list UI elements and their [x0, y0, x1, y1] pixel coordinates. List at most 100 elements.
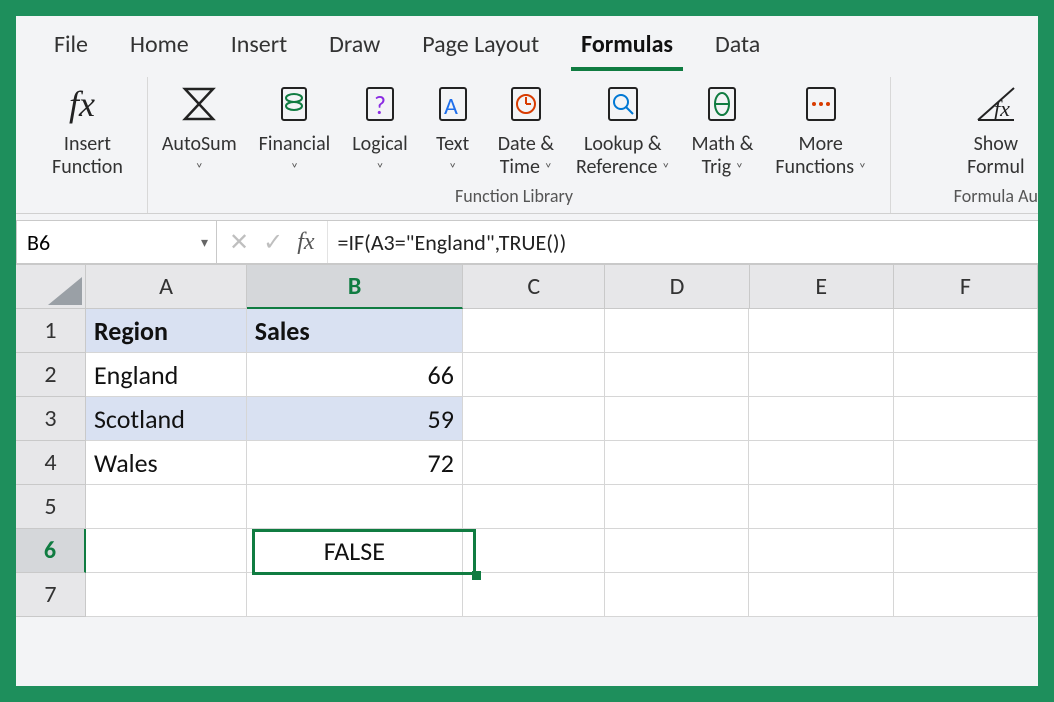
row-header-4[interactable]: 4	[16, 441, 86, 485]
cell-F1[interactable]	[894, 309, 1038, 353]
cell-F7[interactable]	[894, 573, 1038, 617]
cell-C2[interactable]	[463, 353, 605, 397]
col-header-B[interactable]: B	[247, 265, 463, 309]
lookup-reference-button[interactable]: Lookup & Reference ˅	[570, 79, 675, 179]
cell-B7[interactable]	[247, 573, 463, 617]
cell-A4[interactable]: Wales	[86, 441, 247, 485]
cell-A3[interactable]: Scotland	[86, 397, 247, 441]
col-header-C[interactable]: C	[463, 265, 605, 309]
cell-A6[interactable]	[86, 529, 247, 573]
more-functions-button[interactable]: More Functions ˅	[769, 79, 872, 179]
logical-icon: ?	[357, 81, 403, 127]
col-header-F[interactable]: F	[894, 265, 1038, 309]
row-header-2[interactable]: 2	[16, 353, 86, 397]
formula-auditing-group-label: Formula Au	[954, 183, 1038, 211]
cell-A1[interactable]: Region	[86, 309, 247, 353]
cell-E3[interactable]	[749, 397, 893, 441]
text-button[interactable]: A Text˅	[424, 79, 482, 179]
ribbon: fx Insert Function AutoSum˅	[16, 77, 1038, 214]
financial-button[interactable]: Financial˅	[253, 79, 337, 179]
cell-F2[interactable]	[894, 353, 1038, 397]
show-formulas-button[interactable]: fx Show Formul	[961, 79, 1031, 179]
cell-E7[interactable]	[749, 573, 893, 617]
logical-button[interactable]: ? Logical˅	[346, 79, 413, 179]
select-all-corner[interactable]	[16, 265, 86, 309]
cancel-icon[interactable]: ✕	[229, 228, 249, 257]
name-box[interactable]: B6 ▾	[17, 221, 217, 263]
tab-formulas[interactable]: Formulas	[571, 26, 683, 71]
cell-D1[interactable]	[605, 309, 749, 353]
theta-icon	[699, 81, 745, 127]
svg-text:A: A	[444, 92, 458, 121]
row-header-6[interactable]: 6	[16, 529, 86, 573]
lookup-icon	[600, 81, 646, 127]
math-trig-label: Math & Trig ˅	[691, 133, 753, 179]
tab-file[interactable]: File	[44, 26, 98, 71]
cell-C1[interactable]	[463, 309, 605, 353]
cell-B3[interactable]: 59	[247, 397, 463, 441]
cell-F5[interactable]	[894, 485, 1038, 529]
lookup-label: Lookup & Reference ˅	[576, 133, 669, 179]
svg-text:?: ?	[374, 89, 386, 121]
formula-input[interactable]: =IF(A3="England",TRUE())	[328, 221, 1038, 263]
financial-icon	[271, 81, 317, 127]
cell-B5[interactable]	[247, 485, 463, 529]
row-header-3[interactable]: 3	[16, 397, 86, 441]
cell-C4[interactable]	[463, 441, 605, 485]
math-trig-button[interactable]: Math & Trig ˅	[685, 79, 759, 179]
text-label: Text˅	[436, 133, 469, 179]
cell-E1[interactable]	[749, 309, 893, 353]
cell-D5[interactable]	[605, 485, 749, 529]
cell-E6[interactable]	[749, 529, 893, 573]
col-header-A[interactable]: A	[86, 265, 247, 309]
cell-B1[interactable]: Sales	[247, 309, 463, 353]
date-time-button[interactable]: Date & Time ˅	[492, 79, 560, 179]
spreadsheet-grid[interactable]: A B C D E F 1 Region Sales 2 England 66 …	[16, 264, 1038, 617]
row-header-1[interactable]: 1	[16, 309, 86, 353]
date-time-label: Date & Time ˅	[498, 133, 554, 179]
show-formulas-label: Show Formul	[967, 133, 1025, 179]
fill-handle[interactable]	[472, 571, 481, 580]
ribbon-tabs: File Home Insert Draw Page Layout Formul…	[16, 16, 1038, 77]
cell-A5[interactable]	[86, 485, 247, 529]
tab-page-layout[interactable]: Page Layout	[412, 26, 549, 71]
cell-D2[interactable]	[605, 353, 749, 397]
formula-bar: B6 ▾ ✕ ✓ fx =IF(A3="England",TRUE())	[16, 220, 1038, 264]
cell-B6[interactable]: FALSE	[247, 529, 463, 573]
cell-D4[interactable]	[605, 441, 749, 485]
cell-F6[interactable]	[894, 529, 1038, 573]
col-header-E[interactable]: E	[750, 265, 894, 309]
more-icon	[798, 81, 844, 127]
cell-D7[interactable]	[605, 573, 749, 617]
col-header-D[interactable]: D	[605, 265, 749, 309]
column-headers: A B C D E F	[16, 265, 1038, 309]
cell-B4[interactable]: 72	[247, 441, 463, 485]
tab-data[interactable]: Data	[705, 26, 770, 71]
tab-home[interactable]: Home	[120, 26, 199, 71]
cell-E5[interactable]	[749, 485, 893, 529]
insert-function-button[interactable]: fx Insert Function	[46, 79, 129, 179]
cell-A7[interactable]	[86, 573, 247, 617]
cell-C5[interactable]	[463, 485, 605, 529]
cell-C6[interactable]	[463, 529, 605, 573]
enter-icon[interactable]: ✓	[263, 228, 283, 257]
cell-D3[interactable]	[605, 397, 749, 441]
row-header-7[interactable]: 7	[16, 573, 86, 617]
more-functions-label: More Functions ˅	[775, 133, 866, 179]
cell-B2[interactable]: 66	[247, 353, 463, 397]
cell-F3[interactable]	[894, 397, 1038, 441]
cell-C3[interactable]	[463, 397, 605, 441]
tab-draw[interactable]: Draw	[319, 26, 390, 71]
cell-A2[interactable]: England	[86, 353, 247, 397]
row-header-5[interactable]: 5	[16, 485, 86, 529]
cell-E4[interactable]	[749, 441, 893, 485]
autosum-button[interactable]: AutoSum˅	[156, 79, 243, 179]
fx-icon[interactable]: fx	[297, 229, 314, 256]
tab-insert[interactable]: Insert	[221, 26, 297, 71]
cell-F4[interactable]	[894, 441, 1038, 485]
cell-C7[interactable]	[463, 573, 605, 617]
cell-E2[interactable]	[749, 353, 893, 397]
text-icon: A	[430, 81, 476, 127]
svg-text:fx: fx	[994, 96, 1010, 121]
cell-D6[interactable]	[605, 529, 749, 573]
